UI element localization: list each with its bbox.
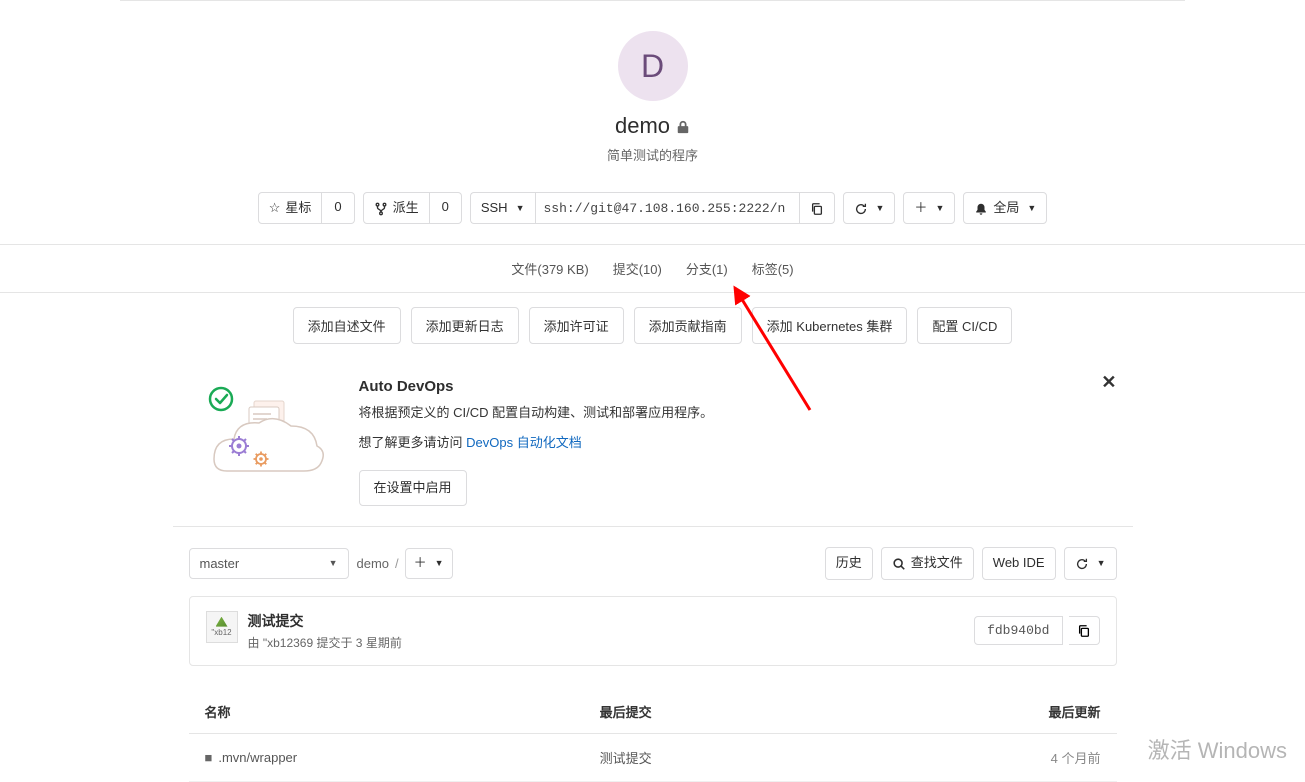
action-bar: ☆ 星标 0 派生 0 SSH▼ ▼ ＋ ▼: [189, 184, 1117, 244]
devops-title: Auto DevOps: [359, 378, 714, 395]
star-icon: ☆: [269, 199, 281, 217]
fork-icon: [374, 199, 388, 217]
stat-tags[interactable]: 标签(5): [752, 259, 794, 278]
web-ide-button[interactable]: Web IDE: [982, 547, 1056, 579]
chevron-down-icon: ▼: [1027, 202, 1036, 215]
stat-branches[interactable]: 分支(1): [686, 259, 728, 278]
last-commit-panel: "xb12 测试提交 由 "xb12369 提交于 3 星期前 fdb940bd: [189, 596, 1117, 666]
configure-cicd-button[interactable]: 配置 CI/CD: [917, 307, 1012, 344]
path-breadcrumb: demo / ＋ ▼: [357, 548, 453, 578]
stat-files[interactable]: 文件(379 KB): [511, 259, 588, 278]
devops-description: 将根据预定义的 CI/CD 配置自动构建、测试和部署应用程序。: [359, 403, 714, 423]
windows-activation-watermark: 激活 Windows: [1148, 733, 1287, 765]
refresh-icon: [854, 199, 868, 217]
copy-sha-button[interactable]: [1069, 616, 1100, 645]
file-commit: 测试提交: [584, 733, 850, 781]
col-name-header: 名称: [189, 690, 584, 734]
find-file-button[interactable]: 查找文件: [881, 547, 974, 579]
commit-title[interactable]: 测试提交: [248, 611, 402, 631]
chevron-down-icon: ▼: [329, 558, 338, 568]
commit-sha[interactable]: fdb940bd: [974, 616, 1062, 645]
search-icon: [892, 554, 906, 572]
star-button[interactable]: ☆ 星标: [258, 192, 323, 224]
chevron-down-icon: ▼: [435, 557, 444, 570]
chevron-down-icon: ▼: [935, 202, 944, 215]
branch-selector[interactable]: master ▼: [189, 548, 349, 579]
devops-learn-more: 想了解更多请访问 DevOps 自动化文档: [359, 433, 714, 453]
col-update-header: 最后更新: [850, 690, 1116, 734]
folder-icon: ■: [205, 750, 213, 765]
copy-icon: [1077, 623, 1091, 638]
lock-icon: [676, 118, 690, 134]
notification-button[interactable]: 全局 ▼: [963, 192, 1047, 224]
col-commit-header: 最后提交: [584, 690, 850, 734]
chevron-down-icon: ▼: [516, 202, 525, 215]
plus-icon: ＋: [414, 554, 427, 572]
add-file-button[interactable]: ＋ ▼: [405, 548, 453, 578]
fork-button[interactable]: 派生: [363, 192, 430, 224]
devops-docs-link[interactable]: DevOps 自动化文档: [466, 435, 582, 450]
add-button[interactable]: ＋ ▼: [903, 192, 955, 224]
project-description: 简单测试的程序: [189, 145, 1117, 164]
suggestion-buttons: 添加自述文件 添加更新日志 添加许可证 添加贡献指南 添加 Kubernetes…: [189, 293, 1117, 358]
add-readme-button[interactable]: 添加自述文件: [293, 307, 401, 344]
auto-devops-banner: Auto DevOps 将根据预定义的 CI/CD 配置自动构建、测试和部署应用…: [173, 358, 1133, 527]
devops-illustration: [189, 378, 339, 478]
file-updated: 4 个月前: [850, 733, 1116, 781]
star-count: 0: [322, 192, 354, 224]
stat-commits[interactable]: 提交(10): [613, 259, 662, 278]
download-icon: [1075, 554, 1089, 572]
table-row[interactable]: ■ .mvn/wrapper 测试提交4 个月前: [189, 733, 1117, 781]
close-icon[interactable]: ✕: [1101, 372, 1116, 393]
enable-devops-button[interactable]: 在设置中启用: [359, 470, 467, 506]
history-button[interactable]: 历史: [825, 547, 873, 579]
project-title: demo: [189, 113, 1117, 139]
chevron-down-icon: ▼: [1097, 557, 1106, 570]
commit-meta: 由 "xb12369 提交于 3 星期前: [248, 634, 402, 651]
add-changelog-button[interactable]: 添加更新日志: [411, 307, 519, 344]
bell-icon: [974, 199, 988, 217]
add-contributing-button[interactable]: 添加贡献指南: [634, 307, 742, 344]
breadcrumb-root[interactable]: demo: [357, 556, 390, 571]
plus-icon: ＋: [914, 199, 927, 217]
download-button[interactable]: ▼: [1064, 547, 1117, 579]
chevron-down-icon: ▼: [876, 202, 885, 215]
add-license-button[interactable]: 添加许可证: [529, 307, 624, 344]
commit-author-avatar: "xb12: [206, 611, 238, 643]
project-stats: 文件(379 KB) 提交(10) 分支(1) 标签(5): [189, 245, 1117, 292]
refresh-button[interactable]: ▼: [843, 192, 896, 224]
protocol-dropdown[interactable]: SSH▼: [470, 192, 535, 224]
copy-url-button[interactable]: [800, 192, 835, 224]
clone-url-input[interactable]: [535, 192, 800, 224]
project-avatar: D: [618, 31, 688, 101]
copy-icon: [810, 199, 824, 217]
file-name: .mvn/wrapper: [218, 750, 297, 765]
file-tree-table: 名称 最后提交 最后更新 ■ .mvn/wrapper 测试提交4 个月前: [189, 690, 1117, 782]
fork-count: 0: [430, 192, 462, 224]
add-kubernetes-button[interactable]: 添加 Kubernetes 集群: [752, 307, 908, 344]
